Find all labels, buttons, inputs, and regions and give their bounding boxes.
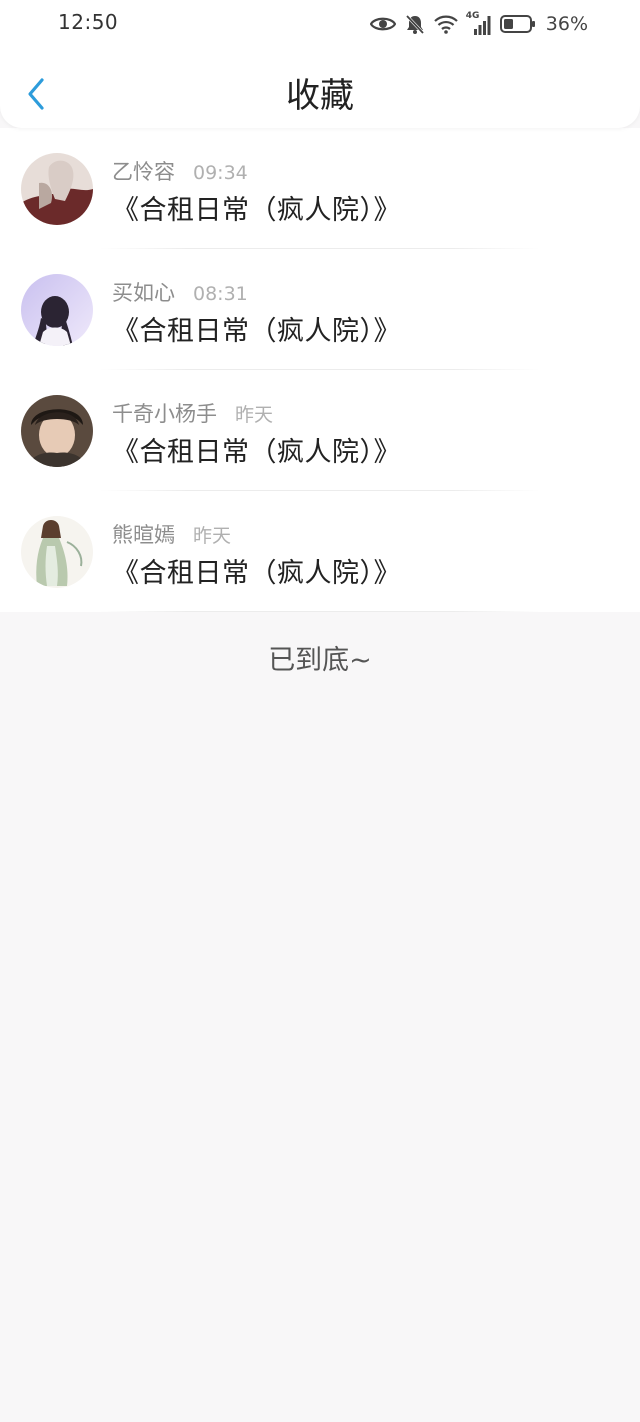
item-title: 《合租日常（疯人院）》 — [112, 195, 401, 226]
item-time: 08:31 — [193, 283, 248, 305]
avatar — [21, 395, 93, 467]
battery-percent: 36% — [545, 13, 588, 35]
favorites-list: 乙怜容 09:34 《合租日常（疯人院）》 买如心 08:31 《合租日常（疯人… — [0, 128, 640, 612]
item-meta: 买如心 08:31 — [112, 277, 248, 307]
bell-muted-icon — [405, 14, 424, 35]
author-name: 买如心 — [112, 281, 175, 305]
eye-icon — [369, 17, 396, 31]
item-meta: 千奇小杨手 昨天 — [112, 398, 273, 428]
avatar — [21, 274, 93, 346]
end-of-list-note: 已到底~ — [268, 645, 372, 676]
list-item[interactable]: 熊暄嫣 昨天 《合租日常（疯人院）》 — [0, 491, 640, 612]
wifi-icon — [434, 15, 458, 34]
app-header: 12:50 4G 36% 收藏 — [0, 0, 640, 128]
author-name: 千奇小杨手 — [112, 402, 217, 426]
status-icons: 4G 36% — [369, 10, 588, 38]
divider — [100, 611, 540, 612]
item-title: 《合租日常（疯人院）》 — [112, 437, 401, 468]
author-name: 乙怜容 — [112, 160, 175, 184]
item-meta: 乙怜容 09:34 — [112, 156, 248, 186]
item-time: 昨天 — [235, 404, 274, 426]
list-item[interactable]: 千奇小杨手 昨天 《合租日常（疯人院）》 — [0, 370, 640, 491]
item-title: 《合租日常（疯人院）》 — [112, 316, 401, 347]
cell-signal-icon: 4G — [466, 11, 492, 35]
avatar — [21, 516, 93, 588]
item-time: 昨天 — [193, 525, 232, 547]
battery-icon — [499, 15, 535, 33]
page-title: 收藏 — [286, 76, 354, 116]
item-meta: 熊暄嫣 昨天 — [112, 519, 231, 549]
author-name: 熊暄嫣 — [112, 523, 175, 547]
item-time: 09:34 — [193, 162, 248, 184]
avatar — [21, 153, 93, 225]
status-time: 12:50 — [58, 10, 119, 34]
list-item[interactable]: 乙怜容 09:34 《合租日常（疯人院）》 — [0, 128, 640, 249]
item-title: 《合租日常（疯人院）》 — [112, 558, 401, 589]
list-item[interactable]: 买如心 08:31 《合租日常（疯人院）》 — [0, 249, 640, 370]
